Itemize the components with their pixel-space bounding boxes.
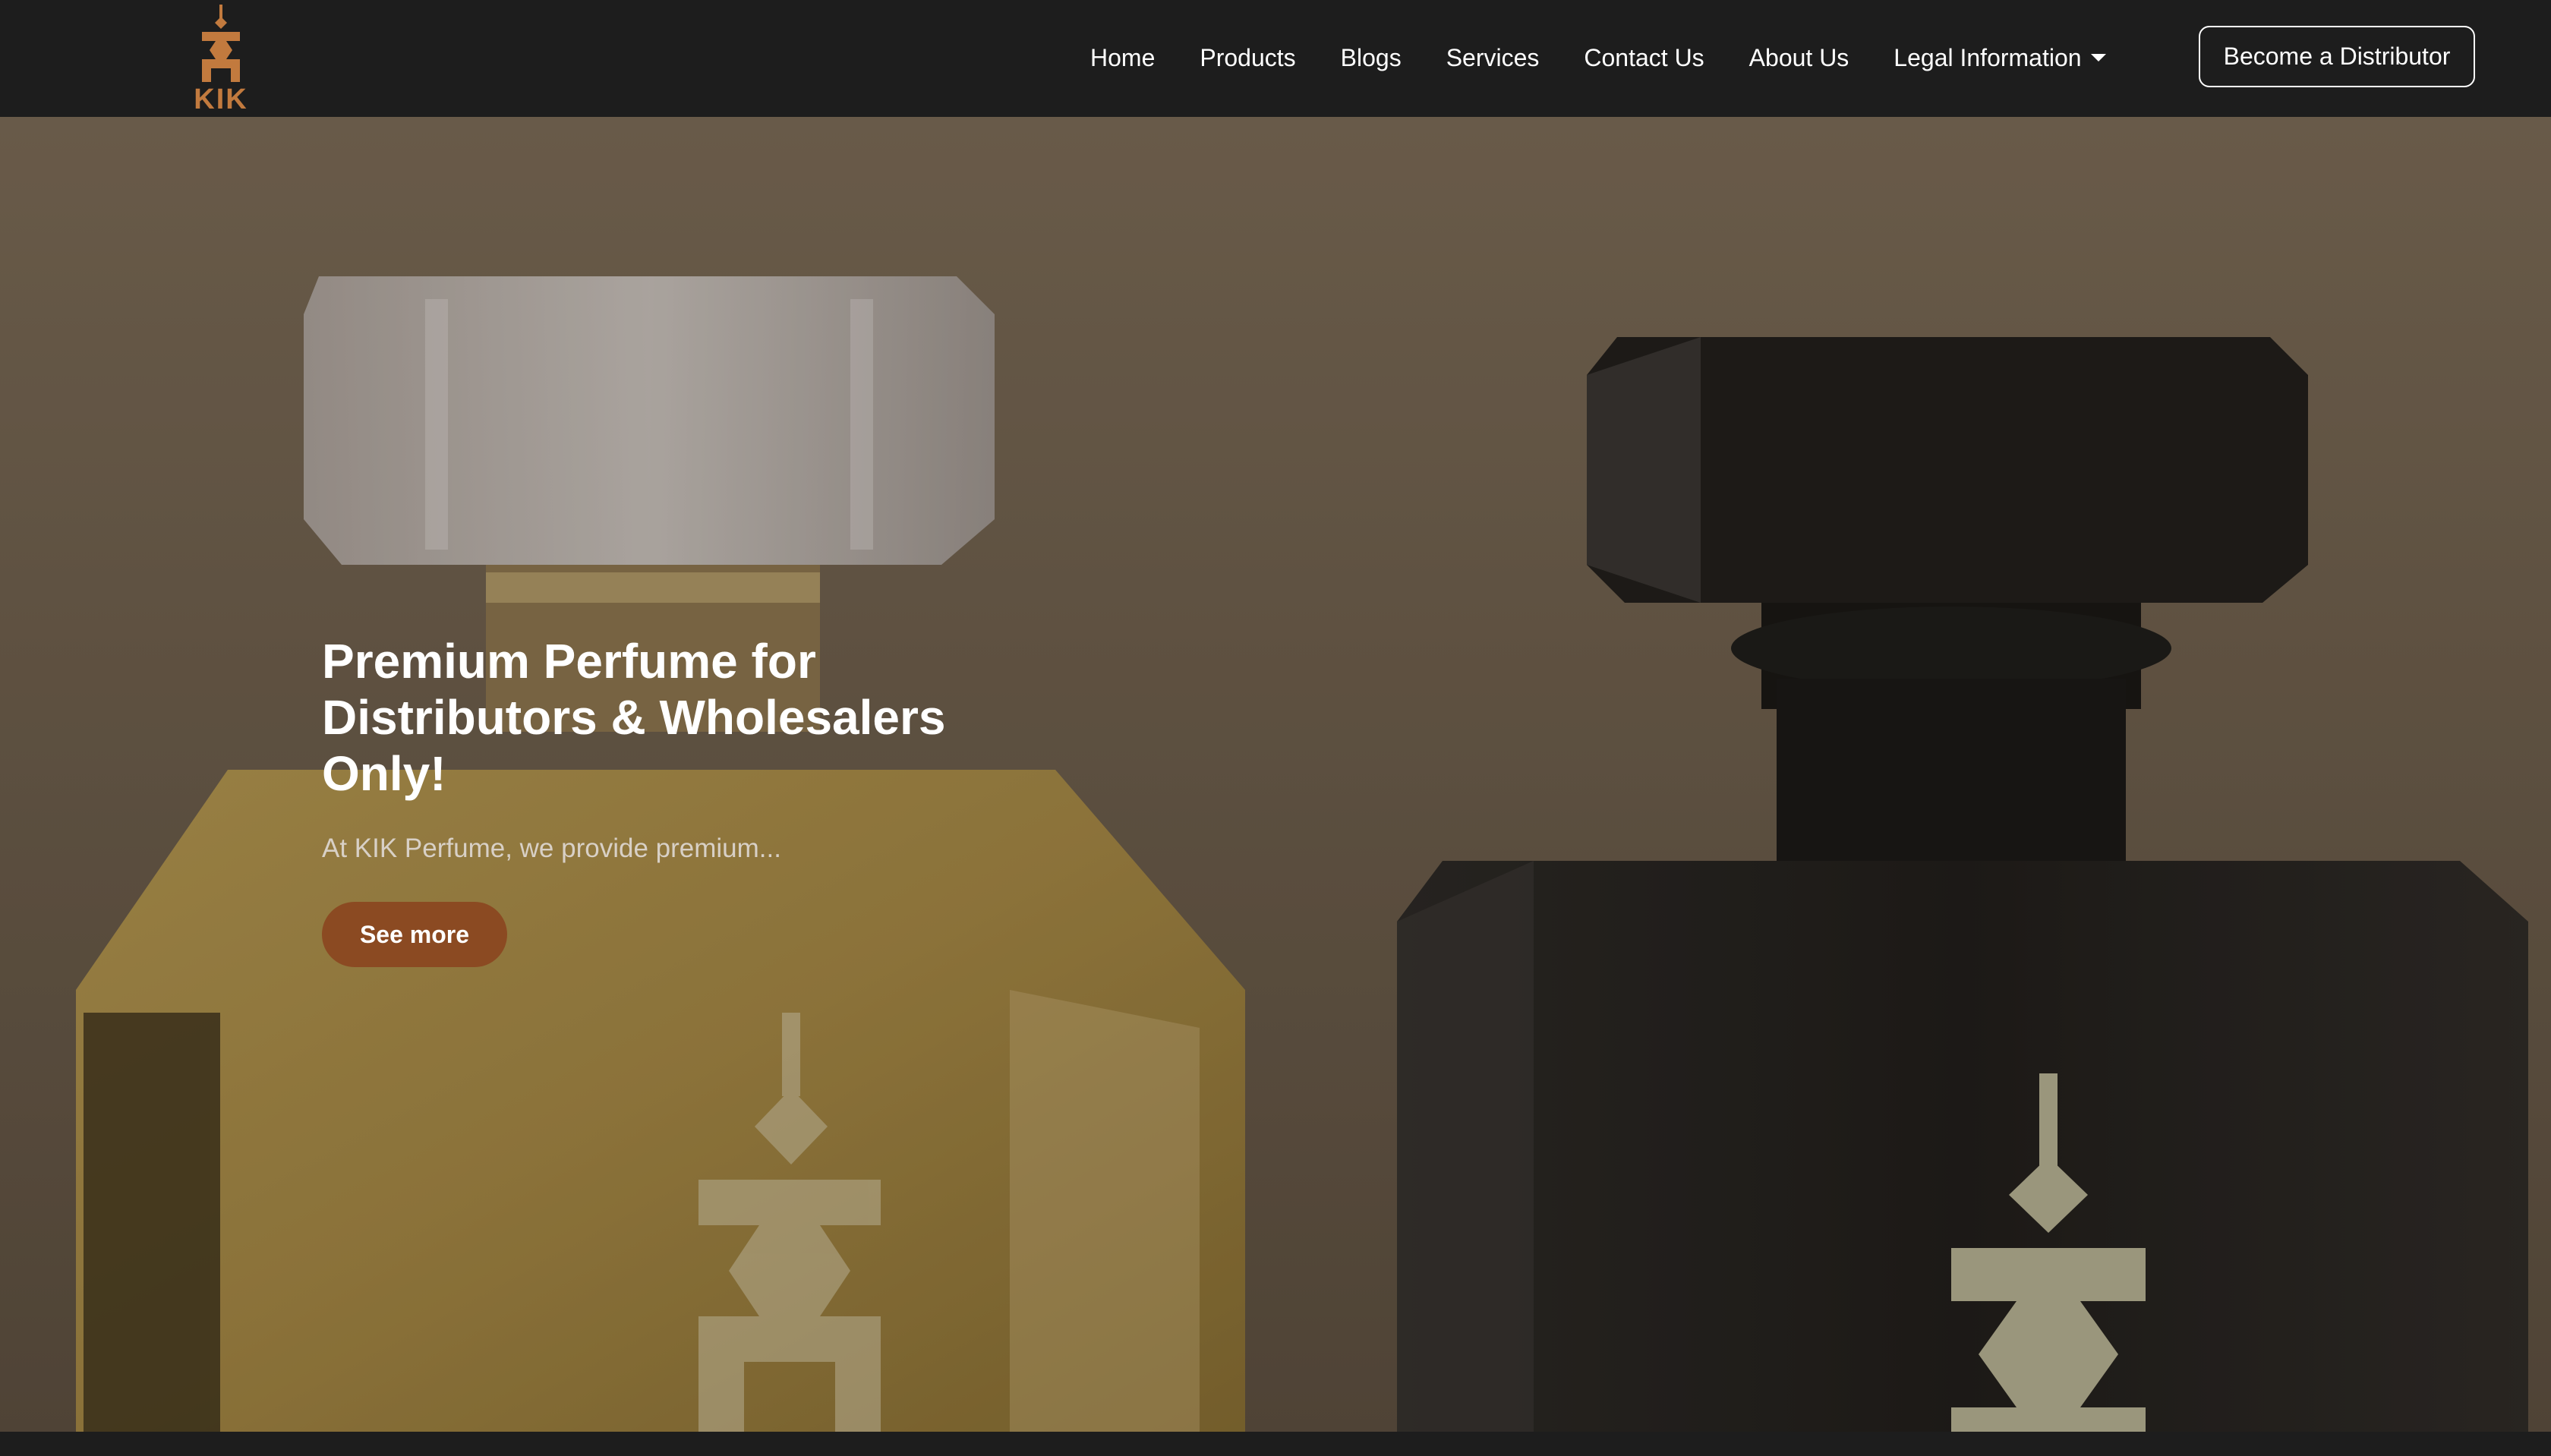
nav-dropdown-legal-information[interactable]: Legal Information <box>1894 38 2106 77</box>
become-distributor-button[interactable]: Become a Distributor <box>2199 26 2475 87</box>
nav-link-services[interactable]: Services <box>1446 38 1540 77</box>
nav-dropdown-label: Legal Information <box>1894 44 2082 71</box>
caret-down-icon <box>2090 54 2106 61</box>
nav-link-home[interactable]: Home <box>1090 38 1155 77</box>
navbar: KIK Home Products Blogs Services Contact… <box>0 0 2551 117</box>
logo-text: KIK <box>194 84 248 115</box>
nav-link-blogs[interactable]: Blogs <box>1341 38 1402 77</box>
see-more-button[interactable]: See more <box>322 902 507 967</box>
nav-link-contact-us[interactable]: Contact Us <box>1584 38 1704 77</box>
hero-section: Premium Perfume for Distributors & Whole… <box>0 117 2551 1432</box>
hero-subtitle: At KIK Perfume, we provide premium... <box>322 834 781 863</box>
kik-logo-icon <box>202 5 240 82</box>
hero-title: Premium Perfume for Distributors & Whole… <box>322 634 946 801</box>
main-nav: Home Products Blogs Services Contact Us … <box>1090 38 2106 77</box>
bottom-strip <box>0 1432 2551 1456</box>
brand-logo[interactable]: KIK <box>187 3 255 114</box>
nav-link-about-us[interactable]: About Us <box>1749 38 1849 77</box>
hero-content: Premium Perfume for Distributors & Whole… <box>322 633 1036 967</box>
nav-link-products[interactable]: Products <box>1200 38 1295 77</box>
